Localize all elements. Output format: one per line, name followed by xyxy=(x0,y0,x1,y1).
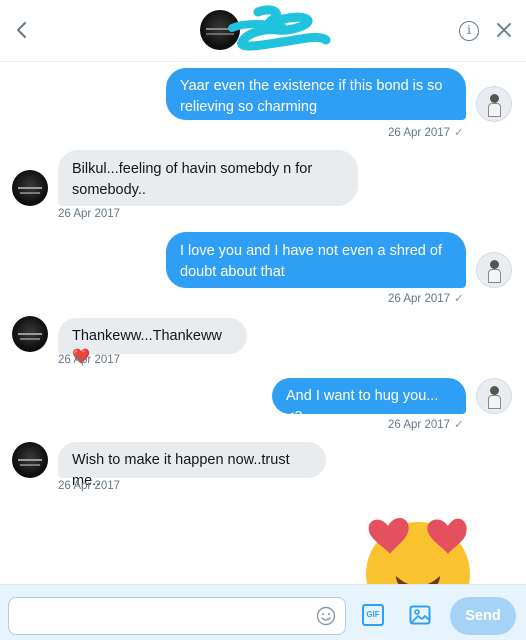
message-line: Yaar even the existence if this bond is … xyxy=(180,78,443,94)
smiley-icon[interactable] xyxy=(316,606,336,626)
conversation-header: i xyxy=(0,0,526,62)
close-icon xyxy=(497,23,511,37)
message-composer: GIF Send xyxy=(0,584,526,640)
message-timestamp: 26 Apr 2017 xyxy=(58,354,121,366)
message-outgoing[interactable]: And I want to hug you... <3 xyxy=(272,378,466,425)
heart-eyes-emoji[interactable] xyxy=(366,504,470,584)
sent-check-icon: ✓ xyxy=(454,293,464,305)
message-line: I love you and I have not even a shred o… xyxy=(180,243,442,259)
info-icon: i xyxy=(467,23,471,37)
sent-check-icon: ✓ xyxy=(454,127,464,139)
message-input[interactable] xyxy=(8,597,346,635)
my-avatar[interactable] xyxy=(476,86,512,122)
message-line: doubt about that xyxy=(180,264,285,280)
message-timestamp: 26 Apr 2017 ✓ xyxy=(388,419,464,431)
close-button[interactable] xyxy=(492,16,516,44)
contact-avatar[interactable] xyxy=(12,316,48,352)
gif-button[interactable]: GIF xyxy=(362,604,384,626)
redaction-scribble xyxy=(228,5,331,51)
contact-avatar[interactable] xyxy=(12,442,48,478)
message-timestamp: 26 Apr 2017 xyxy=(58,480,121,492)
message-line: relieving so charming xyxy=(180,99,318,115)
message-outgoing[interactable]: I love you and I have not even a shred o… xyxy=(166,232,466,288)
info-button[interactable]: i xyxy=(459,21,479,41)
message-line: somebody.. xyxy=(72,182,146,198)
my-avatar[interactable] xyxy=(476,252,512,288)
my-avatar[interactable] xyxy=(476,378,512,414)
back-button[interactable] xyxy=(10,18,34,42)
message-timestamp: 26 Apr 2017 ✓ xyxy=(388,293,464,305)
image-icon[interactable] xyxy=(408,603,432,627)
message-timestamp: 26 Apr 2017 ✓ xyxy=(388,127,464,139)
message-line: Bilkul...feeling of havin somebdy n for xyxy=(72,161,313,177)
message-incoming[interactable]: Thankeww...Thankeww❤️ xyxy=(58,318,247,365)
message-outgoing[interactable]: Yaar even the existence if this bond is … xyxy=(166,68,466,120)
chevron-left-icon xyxy=(17,22,26,38)
sent-check-icon: ✓ xyxy=(454,419,464,431)
message-timestamp: 26 Apr 2017 xyxy=(58,208,121,220)
message-thread[interactable]: Yaar even the existence if this bond is … xyxy=(0,62,526,584)
contact-avatar[interactable] xyxy=(12,170,48,206)
send-button[interactable]: Send xyxy=(450,597,516,635)
message-incoming[interactable]: Wish to make it happen now..trust me.. xyxy=(58,442,326,489)
message-incoming[interactable]: Bilkul...feeling of havin somebdy n for … xyxy=(58,150,358,206)
